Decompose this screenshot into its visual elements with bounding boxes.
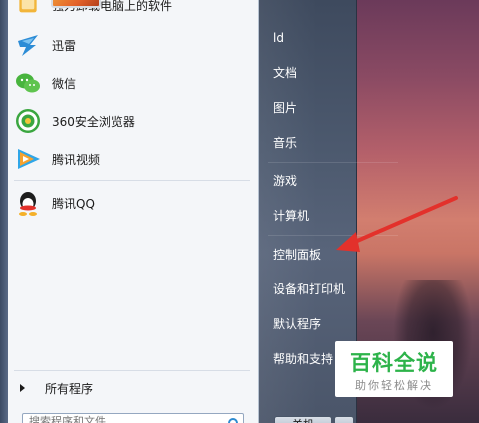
all-programs-label: 所有程序 <box>45 381 94 396</box>
right-item-computer[interactable]: 计算机 <box>273 206 309 226</box>
right-item-music[interactable]: 音乐 <box>273 133 297 153</box>
watermark-subtitle: 助你轻松解决 <box>355 379 433 392</box>
all-programs-button[interactable]: 所有程序 <box>8 374 258 402</box>
program-item-qq[interactable]: 腾讯QQ <box>8 184 258 222</box>
right-item-user-folder[interactable]: ld <box>273 28 284 48</box>
search-icon[interactable] <box>228 418 238 423</box>
user-avatar[interactable] <box>51 0 101 8</box>
start-menu: 强力卸载电脑上的软件 迅雷 微信 360安全浏览器 腾讯视频 腾讯QQ 所有程序… <box>0 0 398 423</box>
qq-icon <box>19 192 37 216</box>
start-menu-frame <box>0 0 8 423</box>
thunder-icon <box>18 35 38 56</box>
uninstall-icon <box>19 0 37 13</box>
start-menu-left-pane: 强力卸载电脑上的软件 迅雷 微信 360安全浏览器 腾讯视频 腾讯QQ 所有程序… <box>0 0 259 423</box>
pinned-programs-list: 强力卸载电脑上的软件 迅雷 微信 360安全浏览器 腾讯视频 腾讯QQ <box>8 0 258 222</box>
right-item-pictures[interactable]: 图片 <box>273 98 297 118</box>
chevron-right-icon <box>20 384 25 392</box>
right-item-games[interactable]: 游戏 <box>273 171 297 191</box>
shutdown-options-button[interactable] <box>334 416 354 423</box>
pinned-divider <box>14 180 250 181</box>
program-item-wechat[interactable]: 微信 <box>8 64 258 102</box>
program-label: 腾讯视频 <box>52 152 101 167</box>
program-item-thunder[interactable]: 迅雷 <box>8 26 258 64</box>
360-browser-icon <box>16 109 40 133</box>
right-item-control-panel[interactable]: 控制面板 <box>273 245 321 265</box>
right-pane-separator <box>268 162 398 163</box>
search-input[interactable] <box>22 413 244 423</box>
program-item-uninstaller[interactable]: 强力卸载电脑上的软件 <box>8 0 258 16</box>
right-item-help-support[interactable]: 帮助和支持 <box>273 349 333 369</box>
program-label: 360安全浏览器 <box>52 114 135 129</box>
program-label: 微信 <box>52 76 77 91</box>
program-item-tencent-video[interactable]: 腾讯视频 <box>8 140 258 178</box>
right-pane-separator <box>268 235 398 236</box>
program-label: 迅雷 <box>52 38 77 53</box>
right-item-documents[interactable]: 文档 <box>273 63 297 83</box>
shutdown-button[interactable]: 关机 <box>274 416 332 423</box>
all-programs-divider <box>14 370 250 371</box>
right-item-default-programs[interactable]: 默认程序 <box>273 314 321 334</box>
tencent-video-icon <box>18 149 40 169</box>
watermark-title: 百科全说 <box>350 351 438 375</box>
right-item-devices-printers[interactable]: 设备和打印机 <box>273 279 345 299</box>
watermark: 百科全说 助你轻松解决 <box>335 341 453 397</box>
program-label: 腾讯QQ <box>52 196 95 211</box>
program-item-360-browser[interactable]: 360安全浏览器 <box>8 102 258 140</box>
wechat-icon <box>16 73 40 93</box>
